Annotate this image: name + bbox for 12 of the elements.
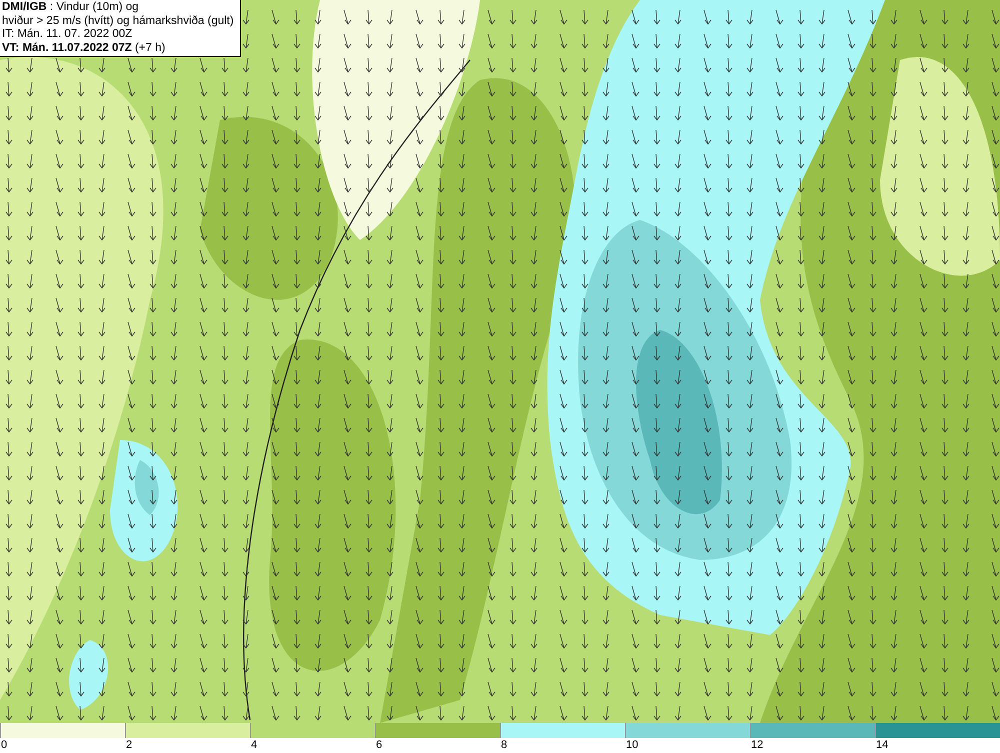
title-line: hviður > 25 m/s (hvítt) og hámarkshviða (gult) <box>2 14 234 28</box>
legend-label: 12 <box>750 738 764 753</box>
legend-label: 6 <box>375 738 382 753</box>
title-line: VT: Mán. 11.07.2022 07Z (+7 h) <box>2 42 166 55</box>
legend-label: 4 <box>250 738 258 753</box>
legend-label: 14 <box>875 738 888 753</box>
legend-label: 0 <box>0 738 8 753</box>
legend-label: 2 <box>125 738 132 753</box>
legend-label: 10 <box>625 738 638 753</box>
title-line: DMI/IGB : Vindur (10m) og <box>2 1 140 14</box>
legend-label: 8 <box>500 738 508 753</box>
title-line: IT: Mán. 11. 07. 2022 00Z <box>2 28 134 42</box>
